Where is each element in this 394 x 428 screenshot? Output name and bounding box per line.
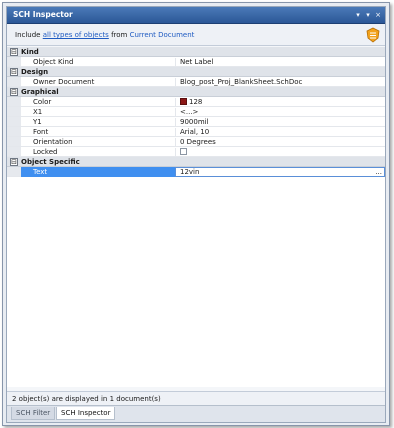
property-row-owner-document[interactable]: Owner Document Blog_post_Proj_BlankSheet…: [7, 77, 385, 87]
tab-sch-filter[interactable]: SCH Filter: [11, 407, 56, 420]
text-value[interactable]: 12vin: [180, 168, 199, 176]
property-row-object-kind[interactable]: Object Kind Net Label: [7, 57, 385, 67]
current-document-link[interactable]: Current Document: [130, 31, 195, 39]
property-value[interactable]: 0 Degrees: [175, 138, 385, 147]
row-gutter: [7, 57, 21, 66]
filter-from-label: from: [111, 31, 128, 39]
property-row-color[interactable]: Color 128: [7, 97, 385, 107]
property-name: Owner Document: [33, 78, 95, 86]
filter-bar: Include all types of objects from Curren…: [7, 24, 385, 46]
category-label: Graphical: [21, 88, 59, 96]
category-kind[interactable]: ⊟ Kind: [7, 47, 385, 57]
row-gutter: [7, 77, 21, 86]
status-bar: 2 object(s) are displayed in 1 document(…: [7, 391, 385, 405]
property-row-x1[interactable]: X1 <...>: [7, 107, 385, 117]
property-value[interactable]: <...>: [175, 108, 385, 117]
row-gutter: [7, 137, 21, 146]
property-name: Y1: [33, 118, 42, 126]
category-label: Design: [21, 68, 49, 76]
panel-title: SCH Inspector: [13, 10, 73, 19]
property-name: X1: [33, 108, 43, 116]
inspector-window-shadow: SCH Inspector ▾ ▾ × Include all types of…: [2, 2, 390, 426]
panel-menu-icon[interactable]: ▾: [353, 10, 363, 20]
filter-shield-icon[interactable]: [365, 27, 381, 43]
row-gutter: [7, 147, 21, 156]
category-design[interactable]: ⊟ Design: [7, 67, 385, 77]
category-graphical[interactable]: ⊟ Graphical: [7, 87, 385, 97]
collapse-icon[interactable]: ⊟: [10, 68, 18, 76]
ellipsis-button[interactable]: ...: [375, 168, 382, 176]
filter-prefix: Include: [15, 31, 41, 39]
collapse-icon[interactable]: ⊟: [10, 48, 18, 56]
row-gutter: [7, 117, 21, 126]
property-name: Object Kind: [33, 58, 74, 66]
object-types-link[interactable]: all types of objects: [43, 31, 109, 39]
locked-checkbox[interactable]: [180, 148, 187, 155]
close-icon[interactable]: ×: [373, 10, 383, 20]
property-name: Orientation: [33, 138, 73, 146]
property-value: Net Label: [175, 58, 385, 67]
property-row-locked[interactable]: Locked: [7, 147, 385, 157]
pin-icon[interactable]: ▾: [363, 10, 373, 20]
property-name: Text: [33, 168, 48, 176]
row-gutter: [7, 167, 21, 176]
category-label: Object Specific: [21, 158, 80, 166]
property-row-font[interactable]: Font Arial, 10: [7, 127, 385, 137]
panel-tabs: SCH Filter SCH Inspector: [7, 405, 385, 422]
property-name: Color: [33, 98, 52, 106]
property-value: Blog_post_Proj_BlankSheet.SchDoc: [175, 78, 385, 87]
property-value[interactable]: 9000mil: [175, 118, 385, 127]
property-grid: ⊟ Kind Object Kind Net Label ⊟ Design Ow…: [7, 47, 385, 387]
tab-sch-inspector[interactable]: SCH Inspector: [56, 407, 116, 420]
text-value-field[interactable]: 12vin ...: [175, 167, 385, 177]
property-value-color[interactable]: 128: [175, 98, 385, 107]
color-value: 128: [189, 98, 203, 106]
collapse-icon[interactable]: ⊟: [10, 88, 18, 96]
row-gutter: [7, 127, 21, 136]
color-swatch[interactable]: [180, 98, 187, 105]
property-row-y1[interactable]: Y1 9000mil: [7, 117, 385, 127]
property-name: Locked: [33, 148, 58, 156]
status-text: 2 object(s) are displayed in 1 document(…: [12, 395, 161, 403]
property-row-text[interactable]: Text 12vin ...: [7, 167, 385, 177]
collapse-icon[interactable]: ⊟: [10, 158, 18, 166]
property-value[interactable]: Arial, 10: [175, 128, 385, 137]
property-row-orientation[interactable]: Orientation 0 Degrees: [7, 137, 385, 147]
inspector-panel: SCH Inspector ▾ ▾ × Include all types of…: [6, 6, 386, 423]
property-name: Font: [33, 128, 49, 136]
row-gutter: [7, 97, 21, 106]
category-object-specific[interactable]: ⊟ Object Specific: [7, 157, 385, 167]
category-label: Kind: [21, 48, 39, 56]
row-gutter: [7, 107, 21, 116]
panel-titlebar[interactable]: SCH Inspector ▾ ▾ ×: [7, 7, 385, 24]
filter-sentence: Include all types of objects from Curren…: [15, 31, 194, 39]
property-value-locked: [175, 148, 385, 157]
